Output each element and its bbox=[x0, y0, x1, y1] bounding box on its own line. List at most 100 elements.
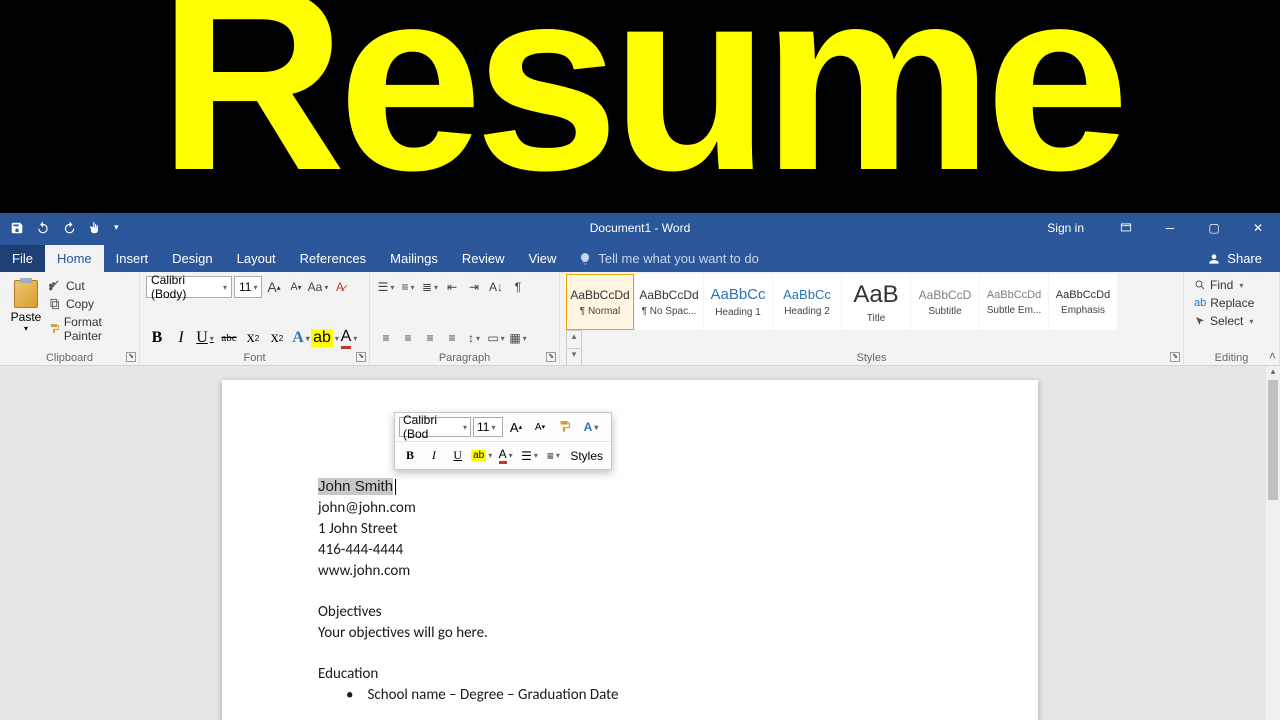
strikethrough-button[interactable]: abc bbox=[218, 327, 240, 349]
share-icon bbox=[1207, 252, 1221, 266]
doc-address[interactable]: 1 John Street bbox=[318, 519, 942, 540]
style-tile-subtitle[interactable]: AaBbCcDSubtitle bbox=[911, 274, 979, 330]
styles-dialog-launcher[interactable]: ⬊ bbox=[1170, 352, 1180, 362]
align-left-button[interactable]: ≡ bbox=[376, 327, 396, 349]
tab-file[interactable]: File bbox=[0, 245, 45, 272]
cut-button[interactable]: Cut bbox=[46, 278, 133, 294]
save-icon[interactable] bbox=[10, 221, 24, 235]
mini-format-painter[interactable] bbox=[553, 416, 575, 438]
multilevel-list-button[interactable]: ≣ bbox=[420, 276, 440, 298]
numbering-button[interactable]: ≡ bbox=[398, 276, 418, 298]
mini-font-name-value: Calibri (Bod bbox=[403, 413, 461, 441]
justify-button[interactable]: ≡ bbox=[442, 327, 462, 349]
bullets-button[interactable]: ☰ bbox=[376, 276, 396, 298]
mini-font-name[interactable]: Calibri (Bod bbox=[399, 417, 471, 437]
doc-website[interactable]: www.john.com bbox=[318, 561, 942, 582]
mini-underline[interactable]: U bbox=[447, 445, 469, 467]
show-marks-button[interactable]: ¶ bbox=[508, 276, 528, 298]
doc-objectives-heading[interactable]: Objectives bbox=[318, 602, 942, 623]
mini-styles[interactable]: A bbox=[577, 416, 605, 438]
align-center-button[interactable]: ≡ bbox=[398, 327, 418, 349]
italic-button[interactable]: I bbox=[170, 327, 192, 349]
style-tile-subtle-em-[interactable]: AaBbCcDdSubtle Em... bbox=[980, 274, 1048, 330]
tab-home[interactable]: Home bbox=[45, 245, 104, 272]
shading-button[interactable]: ▭ bbox=[486, 327, 506, 349]
mini-styles-label[interactable]: Styles bbox=[566, 445, 607, 467]
style-tile-heading-1[interactable]: AaBbCcHeading 1 bbox=[704, 274, 772, 330]
mini-grow-font[interactable]: A▴ bbox=[505, 416, 527, 438]
style-tile--normal[interactable]: AaBbCcDd¶ Normal bbox=[566, 274, 634, 330]
style-tile--no-spac-[interactable]: AaBbCcDd¶ No Spac... bbox=[635, 274, 703, 330]
mini-highlight[interactable]: ab bbox=[471, 445, 493, 467]
scroll-up-button[interactable]: ▴ bbox=[1266, 366, 1280, 380]
cut-label: Cut bbox=[66, 279, 85, 293]
increase-indent-button[interactable]: ⇥ bbox=[464, 276, 484, 298]
highlight-button[interactable]: ab bbox=[314, 327, 336, 349]
doc-name-line[interactable]: John Smith bbox=[318, 476, 942, 498]
tab-mailings[interactable]: Mailings bbox=[378, 245, 450, 272]
touch-mode-icon[interactable] bbox=[88, 221, 102, 235]
underline-button[interactable]: U bbox=[194, 327, 216, 349]
font-color-button[interactable]: A bbox=[338, 327, 360, 349]
mini-shrink-font[interactable]: A▾ bbox=[529, 416, 551, 438]
doc-education-item[interactable]: School name – Degree – Graduation Date bbox=[346, 685, 942, 706]
close-button[interactable]: ✕ bbox=[1236, 213, 1280, 242]
clear-formatting-button[interactable]: A̷ bbox=[330, 276, 350, 298]
mini-numbering[interactable]: ≡ bbox=[542, 445, 564, 467]
replace-button[interactable]: abReplace bbox=[1190, 294, 1273, 312]
doc-objectives-body[interactable]: Your objectives will go here. bbox=[318, 623, 942, 644]
text-effects-button[interactable]: A bbox=[290, 327, 312, 349]
vertical-scrollbar[interactable]: ▴ bbox=[1266, 366, 1280, 720]
paragraph-dialog-launcher[interactable]: ⬊ bbox=[546, 352, 556, 362]
doc-education-heading[interactable]: Education bbox=[318, 664, 942, 685]
align-right-button[interactable]: ≡ bbox=[420, 327, 440, 349]
style-tile-title[interactable]: AaBTitle bbox=[842, 274, 910, 330]
scroll-thumb[interactable] bbox=[1268, 380, 1278, 500]
select-button[interactable]: Select bbox=[1190, 312, 1273, 330]
tab-review[interactable]: Review bbox=[450, 245, 517, 272]
change-case-button[interactable]: Aa bbox=[308, 276, 328, 298]
tab-references[interactable]: References bbox=[288, 245, 378, 272]
find-button[interactable]: Find bbox=[1190, 276, 1273, 294]
undo-icon[interactable] bbox=[36, 221, 50, 235]
format-painter-button[interactable]: Format Painter bbox=[46, 314, 133, 344]
page[interactable]: Calibri (Bod 11 A▴ A▾ A B I U ab A ☰ ≡ S… bbox=[222, 380, 1038, 720]
font-size-combo[interactable]: 11 bbox=[234, 276, 262, 298]
mini-font-size[interactable]: 11 bbox=[473, 417, 503, 437]
share-button[interactable]: Share bbox=[1197, 245, 1272, 272]
mini-bold[interactable]: B bbox=[399, 445, 421, 467]
tell-me-search[interactable]: Tell me what you want to do bbox=[568, 245, 768, 272]
borders-button[interactable]: ▦ bbox=[508, 327, 528, 349]
tab-insert[interactable]: Insert bbox=[104, 245, 161, 272]
copy-button[interactable]: Copy bbox=[46, 296, 133, 312]
doc-phone[interactable]: 416-444-4444 bbox=[318, 540, 942, 561]
sort-button[interactable]: A↓ bbox=[486, 276, 506, 298]
decrease-indent-button[interactable]: ⇤ bbox=[442, 276, 462, 298]
clipboard-dialog-launcher[interactable]: ⬊ bbox=[126, 352, 136, 362]
qat-customize-icon[interactable]: ▾ bbox=[114, 222, 119, 233]
tab-view[interactable]: View bbox=[516, 245, 568, 272]
bold-button[interactable]: B bbox=[146, 327, 168, 349]
grow-font-button[interactable]: A▴ bbox=[264, 276, 284, 298]
collapse-ribbon-button[interactable]: ˄ bbox=[1269, 349, 1276, 363]
mini-font-color[interactable]: A bbox=[495, 445, 517, 467]
style-tile-emphasis[interactable]: AaBbCcDdEmphasis bbox=[1049, 274, 1117, 330]
group-clipboard: Paste ▾ Cut Copy Format Painter Clipboar… bbox=[0, 272, 140, 365]
paste-button[interactable]: Paste ▾ bbox=[6, 276, 46, 344]
superscript-button[interactable]: x2 bbox=[266, 327, 288, 349]
tab-design[interactable]: Design bbox=[160, 245, 224, 272]
doc-email[interactable]: john@john.com bbox=[318, 498, 942, 519]
tab-layout[interactable]: Layout bbox=[225, 245, 288, 272]
paintbrush-icon bbox=[48, 322, 60, 336]
mini-bullets[interactable]: ☰ bbox=[519, 445, 541, 467]
subscript-button[interactable]: x2 bbox=[242, 327, 264, 349]
minimize-button[interactable]: ─ bbox=[1148, 213, 1192, 242]
line-spacing-button[interactable]: ↕ bbox=[464, 327, 484, 349]
font-dialog-launcher[interactable]: ⬊ bbox=[356, 352, 366, 362]
maximize-button[interactable]: ▢ bbox=[1192, 213, 1236, 242]
mini-italic[interactable]: I bbox=[423, 445, 445, 467]
font-name-combo[interactable]: Calibri (Body) bbox=[146, 276, 232, 298]
shrink-font-button[interactable]: A▾ bbox=[286, 276, 306, 298]
style-tile-heading-2[interactable]: AaBbCcHeading 2 bbox=[773, 274, 841, 330]
redo-icon[interactable] bbox=[62, 221, 76, 235]
